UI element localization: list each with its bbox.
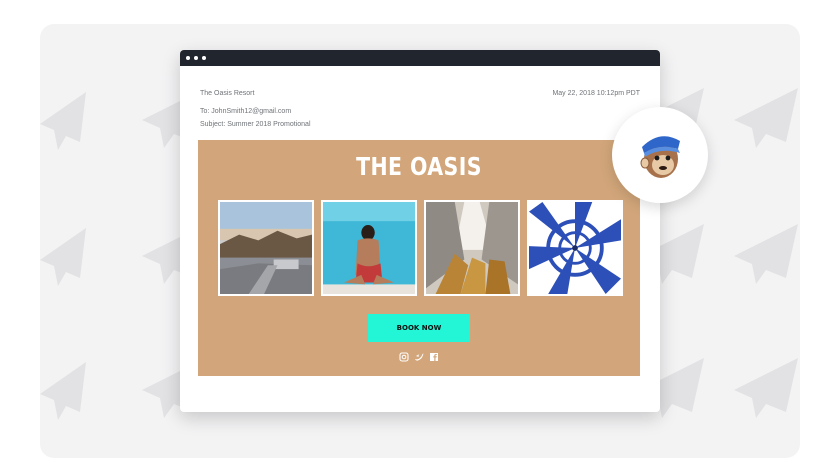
email-header: The Oasis Resort May 22, 2018 10:12pm PD… — [180, 66, 660, 140]
paper-plane-icon — [730, 352, 800, 422]
mountain-terrace-photo — [218, 200, 314, 296]
book-now-button[interactable]: BOOK NOW — [368, 314, 470, 342]
email-date: May 22, 2018 10:12pm PDT — [552, 90, 640, 97]
campaign-title: THE OASIS — [356, 152, 482, 181]
paper-plane-icon — [40, 354, 86, 424]
window-dot-icon — [194, 56, 198, 60]
paper-plane-icon — [730, 218, 800, 288]
email-to: To: JohnSmith12@gmail.com — [200, 108, 292, 115]
photo-gallery — [218, 200, 623, 296]
window-titlebar — [180, 50, 660, 66]
striped-umbrella-photo — [527, 200, 623, 296]
paper-plane-icon — [40, 84, 86, 154]
curtains-photo — [424, 200, 520, 296]
social-links — [198, 352, 640, 362]
campaign-body: THE OASIS BOOK NOW — [198, 140, 640, 376]
paper-plane-icon — [730, 82, 800, 152]
twitter-icon[interactable] — [414, 352, 424, 362]
mailchimp-logo — [640, 136, 680, 178]
mailchimp-badge — [612, 107, 708, 203]
window-dot-icon — [186, 56, 190, 60]
facebook-icon[interactable] — [429, 352, 439, 362]
email-preview-window: The Oasis Resort May 22, 2018 10:12pm PD… — [180, 50, 660, 412]
pool-woman-photo — [321, 200, 417, 296]
window-dot-icon — [202, 56, 206, 60]
instagram-icon[interactable] — [399, 352, 409, 362]
email-from: The Oasis Resort — [200, 90, 255, 97]
paper-plane-icon — [40, 220, 86, 290]
email-subject: Subject: Summer 2018 Promotional — [200, 121, 311, 128]
